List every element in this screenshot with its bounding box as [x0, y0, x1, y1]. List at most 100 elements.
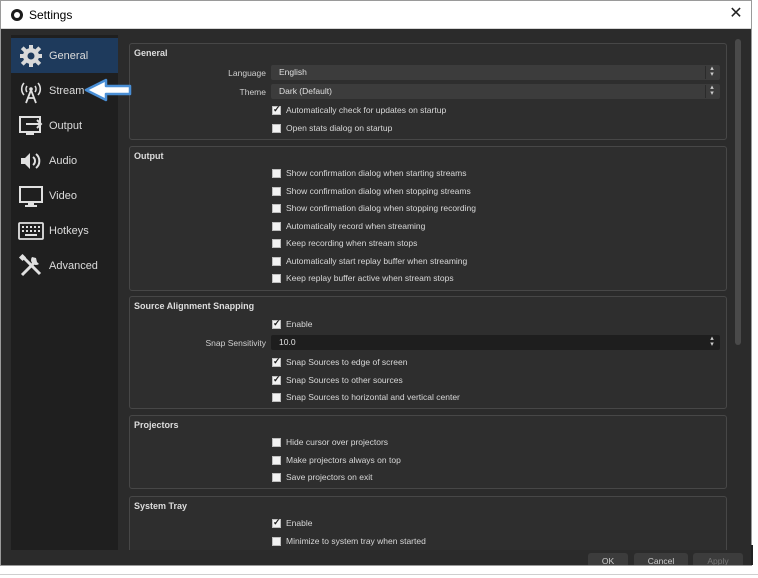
spin-arrows-icon: ▴ ▾: [710, 335, 714, 348]
checkbox-icon: [272, 168, 281, 178]
sidebar-item-label: Advanced: [49, 259, 98, 272]
checkbox-label: Snap Sources to other sources: [286, 375, 403, 385]
group-title: System Tray: [134, 501, 188, 511]
checkbox-icon: [272, 221, 281, 231]
checkbox-icon: [272, 123, 281, 133]
cancel-button[interactable]: Cancel: [634, 553, 688, 565]
annotation-arrow-icon: [84, 78, 132, 102]
group-title: Source Alignment Snapping: [134, 301, 255, 311]
keep-replay-buffer-checkbox[interactable]: Keep replay buffer active when stream st…: [272, 272, 454, 284]
settings-sidebar: General Stream Output Audio Video Hotkey…: [11, 35, 118, 550]
sidebar-item-audio[interactable]: Audio: [11, 143, 118, 178]
checkbox-icon: [272, 356, 281, 367]
confirm-start-stream-checkbox[interactable]: Show confirmation dialog when starting s…: [272, 167, 466, 179]
checkbox-icon: [272, 455, 281, 465]
hide-cursor-checkbox[interactable]: Hide cursor over projectors: [272, 436, 388, 448]
edge-mark: [751, 545, 753, 565]
title-bar: Settings ✕: [1, 1, 751, 29]
group-title: Output: [134, 151, 164, 161]
checkbox-icon: [272, 186, 281, 196]
checkbox-label: Hide cursor over projectors: [286, 437, 389, 447]
close-button[interactable]: ✕: [725, 3, 747, 25]
checkbox-icon: [272, 238, 281, 248]
projectors-on-top-checkbox[interactable]: Make projectors always on top: [272, 454, 401, 466]
updown-arrows-icon: ▴ ▾: [705, 65, 718, 79]
checkbox-icon: [272, 256, 281, 266]
snapping-group: Source Alignment Snapping Enable Snap Se…: [129, 296, 727, 409]
bottom-divider: [0, 574, 758, 575]
confirm-stop-recording-checkbox[interactable]: Show confirmation dialog when stopping r…: [272, 202, 476, 214]
tray-enable-checkbox[interactable]: Enable: [272, 517, 312, 529]
theme-label: Theme: [239, 87, 266, 97]
auto-update-checkbox[interactable]: Automatically check for updates on start…: [272, 104, 446, 116]
language-label: Language: [228, 68, 266, 78]
checkbox-label: Minimize to system tray when started: [286, 536, 426, 546]
checkbox-label: Enable: [286, 319, 313, 329]
theme-value: Dark (Default): [279, 86, 332, 96]
snapping-enable-checkbox[interactable]: Enable: [272, 318, 312, 330]
monitor-icon: [17, 182, 45, 210]
updown-arrows-icon: ▴ ▾: [705, 84, 718, 98]
snap-sensitivity-value: 10.0: [279, 337, 296, 347]
auto-replay-buffer-checkbox[interactable]: Automatically start replay buffer when s…: [272, 255, 467, 267]
save-projectors-checkbox[interactable]: Save projectors on exit: [272, 471, 372, 483]
sidebar-item-label: Hotkeys: [49, 224, 89, 237]
checkbox-label: Automatically start replay buffer when s…: [286, 256, 468, 266]
general-group: General Language English ▴ ▾ Theme Dark (…: [129, 43, 727, 140]
sidebar-item-video[interactable]: Video: [11, 178, 118, 213]
projectors-group: Projectors Hide cursor over projectors M…: [129, 415, 727, 489]
checkbox-icon: [272, 318, 281, 329]
snap-sensitivity-label: Snap Sensitivity: [205, 338, 266, 348]
snap-sensitivity-spinbox[interactable]: 10.0 ▴ ▾: [271, 335, 720, 350]
checkbox-label: Automatically record when streaming: [286, 221, 426, 231]
checkbox-icon: [272, 374, 281, 385]
group-title: Projectors: [134, 420, 179, 430]
system-tray-group: System Tray Enable Minimize to system tr…: [129, 496, 727, 550]
checkbox-label: Show confirmation dialog when stopping r…: [286, 203, 476, 213]
obs-logo-icon: [11, 9, 23, 21]
speaker-icon: [17, 147, 45, 175]
checkbox-label: Snap Sources to horizontal and vertical …: [286, 392, 460, 402]
language-select[interactable]: English ▴ ▾: [271, 65, 720, 80]
window-title: Settings: [29, 8, 73, 22]
checkbox-label: Keep recording when stream stops: [286, 238, 418, 248]
sidebar-item-label: Output: [49, 119, 83, 132]
snap-sources-checkbox[interactable]: Snap Sources to other sources: [272, 374, 403, 386]
vertical-scrollbar[interactable]: [734, 39, 742, 547]
checkbox-icon: [272, 392, 281, 402]
output-group: Output Show confirmation dialog when sta…: [129, 146, 727, 291]
checkbox-label: Save projectors on exit: [286, 472, 373, 482]
snap-center-checkbox[interactable]: Snap Sources to horizontal and vertical …: [272, 391, 460, 403]
sidebar-item-hotkeys[interactable]: Hotkeys: [11, 213, 118, 248]
keyboard-icon: [17, 217, 45, 245]
minimize-to-tray-checkbox[interactable]: Minimize to system tray when started: [272, 535, 426, 547]
checkbox-label: Make projectors always on top: [286, 455, 401, 465]
settings-main-panel: General Language English ▴ ▾ Theme Dark (…: [125, 35, 731, 550]
sidebar-item-label: Stream: [49, 84, 85, 97]
checkbox-label: Show confirmation dialog when starting s…: [286, 168, 467, 178]
output-icon: [17, 112, 45, 140]
sidebar-item-advanced[interactable]: Advanced: [11, 248, 118, 283]
auto-record-checkbox[interactable]: Automatically record when streaming: [272, 220, 425, 232]
checkbox-icon: [272, 203, 281, 213]
checkbox-label: Snap Sources to edge of screen: [286, 357, 408, 367]
theme-select[interactable]: Dark (Default) ▴ ▾: [271, 84, 720, 99]
ok-button[interactable]: OK: [588, 553, 628, 565]
sidebar-item-general[interactable]: General: [11, 38, 118, 73]
sidebar-item-label: Audio: [49, 154, 78, 167]
apply-button[interactable]: Apply: [693, 553, 743, 565]
tools-icon: [17, 252, 45, 280]
checkbox-icon: [272, 104, 281, 115]
snap-edge-checkbox[interactable]: Snap Sources to edge of screen: [272, 356, 407, 368]
group-title: General: [134, 48, 168, 58]
keep-recording-checkbox[interactable]: Keep recording when stream stops: [272, 237, 417, 249]
open-stats-checkbox[interactable]: Open stats dialog on startup: [272, 122, 392, 134]
confirm-stop-stream-checkbox[interactable]: Show confirmation dialog when stopping s…: [272, 185, 471, 197]
checkbox-icon: [272, 273, 281, 283]
sidebar-item-label: General: [49, 49, 89, 62]
sidebar-item-output[interactable]: Output: [11, 108, 118, 143]
checkbox-icon: [272, 472, 281, 482]
checkbox-label: Keep replay buffer active when stream st…: [286, 273, 454, 283]
scrollbar-thumb[interactable]: [735, 39, 741, 345]
gear-icon: [17, 42, 45, 70]
